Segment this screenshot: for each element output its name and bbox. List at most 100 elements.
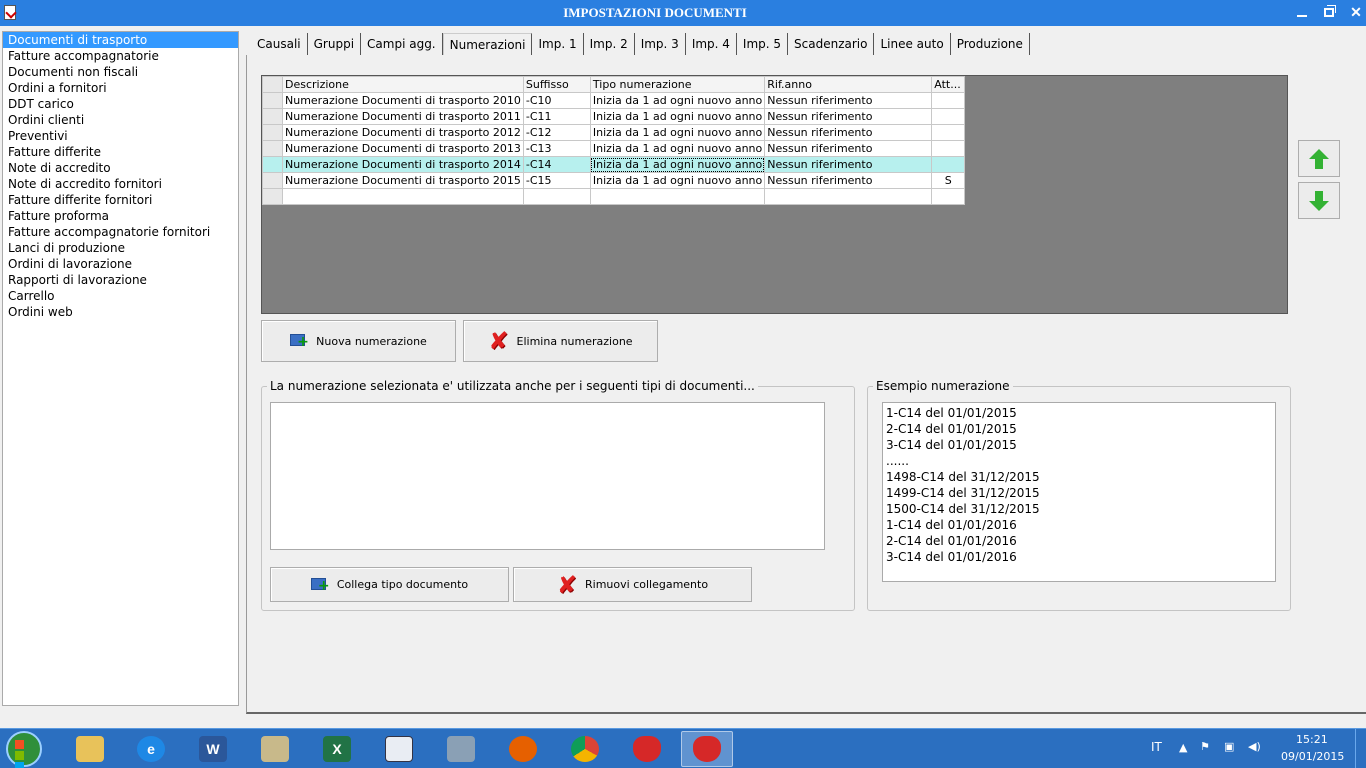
taskbar-file-explorer[interactable]: [64, 731, 116, 767]
table-row[interactable]: Numerazione Documenti di trasporto 2013-…: [262, 140, 966, 157]
doc-type-item[interactable]: Ordini a fornitori: [3, 80, 238, 96]
cell-tipo-numerazione[interactable]: Inizia da 1 ad ogni nuovo anno: [589, 108, 766, 125]
table-row[interactable]: Numerazione Documenti di trasporto 2011-…: [262, 108, 966, 125]
table-row[interactable]: Numerazione Documenti di trasporto 2010-…: [262, 92, 966, 109]
cell-suffisso[interactable]: -C13: [522, 140, 591, 157]
cell-rif-anno[interactable]: Nessun riferimento: [764, 140, 933, 157]
doc-type-item[interactable]: Carrello: [3, 288, 238, 304]
tab-numerazioni[interactable]: Numerazioni: [442, 33, 533, 57]
cell-tipo-numerazione[interactable]: Inizia da 1 ad ogni nuovo anno: [589, 172, 766, 189]
doc-type-item[interactable]: Rapporti di lavorazione: [3, 272, 238, 288]
row-header[interactable]: [262, 172, 283, 189]
cell-att[interactable]: [931, 140, 966, 157]
taskbar-outlook[interactable]: [249, 731, 301, 767]
language-indicator[interactable]: IT: [1151, 740, 1162, 754]
table-row[interactable]: Numerazione Documenti di trasporto 2015-…: [262, 172, 966, 189]
cell-att[interactable]: [931, 124, 966, 141]
show-desktop-button[interactable]: [1355, 729, 1366, 768]
column-header-tipo-numerazione[interactable]: Tipo numerazione: [589, 76, 766, 93]
maximize-button[interactable]: [1316, 1, 1342, 23]
cell-att[interactable]: S: [931, 172, 966, 189]
row-header[interactable]: [262, 92, 283, 109]
cell-att[interactable]: [931, 156, 966, 173]
doc-type-item[interactable]: Ordini di lavorazione: [3, 256, 238, 272]
cell-suffisso[interactable]: -C12: [522, 124, 591, 141]
minimize-button[interactable]: [1289, 1, 1315, 23]
tab-linee-auto[interactable]: Linee auto: [874, 33, 951, 56]
row-header[interactable]: [262, 124, 283, 141]
cell-att[interactable]: [931, 92, 966, 109]
table-row[interactable]: Numerazione Documenti di trasporto 2012-…: [262, 124, 966, 141]
linked-doc-types-list[interactable]: [270, 402, 825, 550]
doc-type-item[interactable]: Note di accredito: [3, 160, 238, 176]
clock-time[interactable]: 15:21: [1296, 733, 1328, 746]
column-header-rif-anno[interactable]: Rif.anno: [764, 76, 933, 93]
close-button[interactable]: ✕: [1343, 1, 1366, 23]
tab-scadenzario[interactable]: Scadenzario: [788, 33, 875, 56]
doc-type-item[interactable]: Note di accredito fornitori: [3, 176, 238, 192]
doc-type-item[interactable]: Fatture differite fornitori: [3, 192, 238, 208]
cell-descrizione[interactable]: Numerazione Documenti di trasporto 2013: [282, 140, 524, 157]
numbering-table[interactable]: Descrizione Suffisso Tipo numerazione Ri…: [262, 76, 966, 205]
flag-icon[interactable]: ⚑: [1200, 740, 1210, 753]
table-row[interactable]: Numerazione Documenti di trasporto 2014-…: [262, 156, 966, 173]
row-header[interactable]: [262, 140, 283, 157]
start-button[interactable]: [6, 731, 42, 768]
cell-suffisso[interactable]: -C14: [522, 156, 591, 173]
doc-type-item[interactable]: Fatture accompagnatorie fornitori: [3, 224, 238, 240]
empty-cell[interactable]: [931, 188, 966, 205]
delete-numbering-button[interactable]: ✘ Elimina numerazione: [463, 320, 658, 362]
cell-descrizione[interactable]: Numerazione Documenti di trasporto 2011: [282, 108, 524, 125]
cell-suffisso[interactable]: -C11: [522, 108, 591, 125]
cell-suffisso[interactable]: -C10: [522, 92, 591, 109]
new-numbering-button[interactable]: Nuova numerazione: [261, 320, 456, 362]
cell-rif-anno[interactable]: Nessun riferimento: [764, 156, 933, 173]
cell-descrizione[interactable]: Numerazione Documenti di trasporto 2010: [282, 92, 524, 109]
remove-link-button[interactable]: ✘ Rimuovi collegamento: [513, 567, 752, 602]
doc-type-item[interactable]: Fatture accompagnatorie: [3, 48, 238, 64]
tab-gruppi[interactable]: Gruppi: [308, 33, 362, 56]
clock-date[interactable]: 09/01/2015: [1281, 750, 1344, 763]
empty-cell[interactable]: [589, 188, 766, 205]
doc-type-item[interactable]: Ordini web: [3, 304, 238, 320]
document-type-list[interactable]: Documenti di trasporto Fatture accompagna…: [2, 31, 239, 706]
doc-type-item[interactable]: Ordini clienti: [3, 112, 238, 128]
tab-causali[interactable]: Causali: [251, 33, 308, 56]
doc-type-item[interactable]: DDT carico: [3, 96, 238, 112]
cell-rif-anno[interactable]: Nessun riferimento: [764, 172, 933, 189]
tab-imp-4[interactable]: Imp. 4: [686, 33, 737, 56]
cell-att[interactable]: [931, 108, 966, 125]
volume-icon[interactable]: ◀): [1248, 740, 1261, 753]
cell-tipo-numerazione[interactable]: Inizia da 1 ad ogni nuovo anno: [589, 124, 766, 141]
tab-imp-3[interactable]: Imp. 3: [635, 33, 686, 56]
cell-tipo-numerazione[interactable]: Inizia da 1 ad ogni nuovo anno: [589, 92, 766, 109]
cell-descrizione[interactable]: Numerazione Documenti di trasporto 2014: [282, 156, 524, 173]
column-header-suffisso[interactable]: Suffisso: [522, 76, 591, 93]
example-numbering-box[interactable]: 1-C14 del 01/01/2015 2-C14 del 01/01/2015…: [882, 402, 1276, 582]
tab-imp-2[interactable]: Imp. 2: [584, 33, 635, 56]
move-up-button[interactable]: [1298, 140, 1340, 177]
cell-tipo-numerazione[interactable]: Inizia da 1 ad ogni nuovo anno: [589, 156, 766, 173]
cell-rif-anno[interactable]: Nessun riferimento: [764, 92, 933, 109]
cell-descrizione[interactable]: Numerazione Documenti di trasporto 2012: [282, 124, 524, 141]
taskbar-scanner[interactable]: [435, 731, 487, 767]
doc-type-item[interactable]: Documenti non fiscali: [3, 64, 238, 80]
tab-produzione[interactable]: Produzione: [951, 33, 1030, 56]
taskbar-word[interactable]: W: [187, 731, 239, 767]
empty-cell[interactable]: [262, 188, 283, 205]
row-header[interactable]: [262, 156, 283, 173]
cell-suffisso[interactable]: -C15: [522, 172, 591, 189]
taskbar-internet-explorer[interactable]: e: [125, 731, 177, 767]
empty-cell[interactable]: [522, 188, 591, 205]
doc-type-item[interactable]: Documenti di trasporto: [3, 32, 238, 48]
tab-imp-1[interactable]: Imp. 1: [532, 33, 584, 56]
new-row[interactable]: [262, 188, 966, 205]
taskbar-chrome[interactable]: [559, 731, 611, 767]
taskbar-strawberry-app-active[interactable]: [681, 731, 733, 767]
link-doc-type-button[interactable]: Collega tipo documento: [270, 567, 509, 602]
doc-type-item[interactable]: Lanci di produzione: [3, 240, 238, 256]
taskbar-strawberry-app[interactable]: [621, 731, 673, 767]
empty-cell[interactable]: [764, 188, 933, 205]
row-header[interactable]: [262, 108, 283, 125]
tab-campi-agg[interactable]: Campi agg.: [361, 33, 443, 56]
